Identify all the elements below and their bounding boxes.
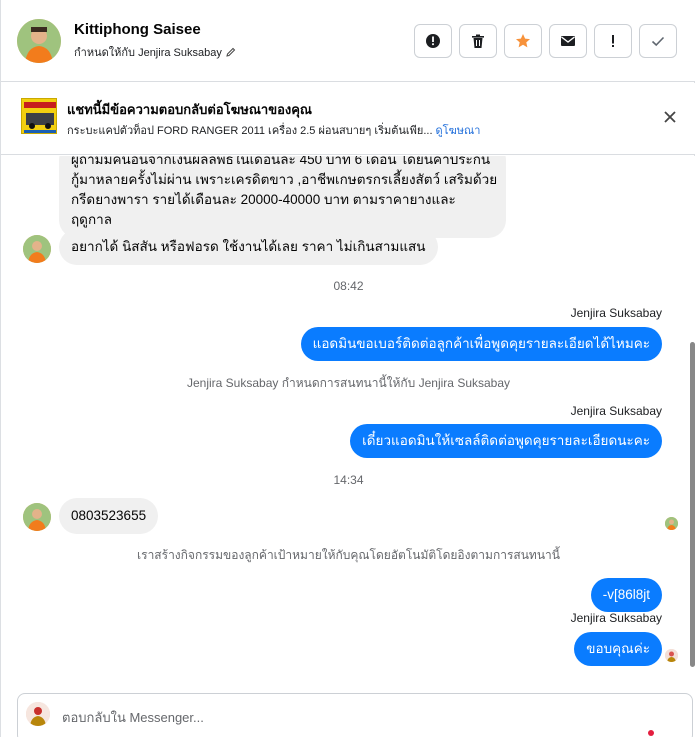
incoming-message[interactable]: 0803523655 [59, 498, 159, 534]
exclamation-icon [612, 35, 614, 47]
conversation-panel: Kittiphong Saisee กำหนดให้กับ Jenjira Su… [0, 0, 695, 737]
seen-avatar-icon [665, 649, 678, 662]
notification-dot [648, 730, 654, 736]
ad-thumbnail[interactable] [21, 98, 57, 134]
sender-name: Jenjira Suksabay [570, 404, 662, 418]
important-button[interactable] [414, 24, 452, 58]
reply-input[interactable] [62, 707, 622, 727]
mail-icon [561, 36, 575, 46]
delete-button[interactable] [459, 24, 497, 58]
message-line: ผู้ถามมีคนอื่นจากเงินผลลัพธ์ในเดือนละ 45… [71, 156, 491, 167]
assigned-to[interactable]: กำหนดให้กับ Jenjira Suksabay [74, 43, 236, 61]
outgoing-message[interactable]: ขอบคุณค่ะ [574, 632, 662, 666]
check-icon [651, 36, 665, 47]
system-notice: Jenjira Suksabay กำหนดการสนทนานี้ให้กับ … [186, 376, 511, 390]
ad-description: กระบะแคปตัวท็อป FORD RANGER 2011 เครื่อง… [67, 125, 433, 137]
contact-avatar-small[interactable] [23, 503, 51, 531]
star-icon [516, 34, 530, 48]
contact-avatar[interactable] [17, 19, 61, 63]
contact-avatar-small[interactable] [23, 235, 51, 263]
contact-name: Kittiphong Saisee [74, 21, 201, 38]
message-line: ฤดูกาล [71, 212, 112, 227]
ad-banner-title: แชทนี้มีข้อความตอบกลับต่อโฆษณาของคุณ [67, 102, 312, 117]
scrollbar-thumb[interactable] [690, 342, 695, 667]
outgoing-message[interactable]: แอดมินขอเบอร์ติดต่อลูกค้าเพื่อพูดคุยรายล… [300, 327, 662, 361]
timestamp: 08:42 [333, 279, 364, 293]
sender-name: Jenjira Suksabay [570, 611, 662, 625]
message-list[interactable]: ผู้ถามมีคนอื่นจากเงินผลลัพธ์ในเดือนละ 45… [1, 156, 695, 683]
outgoing-message[interactable]: เดี๋ยวแอดมินให้เซลล์ติดต่อพูดคุยรายละเอี… [350, 424, 662, 458]
message-line: กู้มาหลายครั้งไม่ผ่าน เพราะเครดิตขาว ,อา… [71, 172, 498, 187]
composer [1, 683, 695, 737]
trash-icon [472, 34, 484, 48]
header-actions [414, 24, 677, 58]
follow-up-button[interactable] [594, 24, 632, 58]
incoming-message[interactable]: ผู้ถามมีคนอื่นจากเงินผลลัพธ์ในเดือนละ 45… [59, 156, 506, 238]
page-avatar [26, 702, 50, 726]
sender-name: Jenjira Suksabay [570, 306, 662, 320]
message-line: กรีดยางพารา รายได้เดือนละ 20000-40000 บา… [71, 192, 456, 207]
timestamp: 14:34 [333, 473, 364, 487]
ad-reply-banner: แชทนี้มีข้อความตอบกลับต่อโฆษณาของคุณ กระ… [1, 83, 695, 155]
incoming-message[interactable]: อยากได้ นิสสัน หรือฟอรด ใช้งานได้เลย ราค… [59, 229, 438, 265]
view-ad-link[interactable]: ดูโฆษณา [436, 125, 481, 137]
seen-avatar-icon [665, 517, 678, 530]
outgoing-message[interactable]: -v[86l8jt [590, 578, 662, 612]
assigned-text: กำหนดให้กับ Jenjira Suksabay [74, 47, 222, 59]
mark-unread-button[interactable] [549, 24, 587, 58]
composer-box[interactable] [17, 693, 693, 737]
system-notice: เราสร้างกิจกรรมของลูกค้าเป้าหมายให้กับคุ… [137, 548, 560, 562]
ad-banner-subtitle: กระบะแคปตัวท็อป FORD RANGER 2011 เครื่อง… [67, 121, 480, 139]
important-icon [426, 34, 440, 48]
done-button[interactable] [639, 24, 677, 58]
close-icon[interactable] [662, 109, 678, 125]
star-button[interactable] [504, 24, 542, 58]
pencil-icon[interactable] [226, 47, 236, 57]
conversation-header: Kittiphong Saisee กำหนดให้กับ Jenjira Su… [1, 0, 695, 82]
